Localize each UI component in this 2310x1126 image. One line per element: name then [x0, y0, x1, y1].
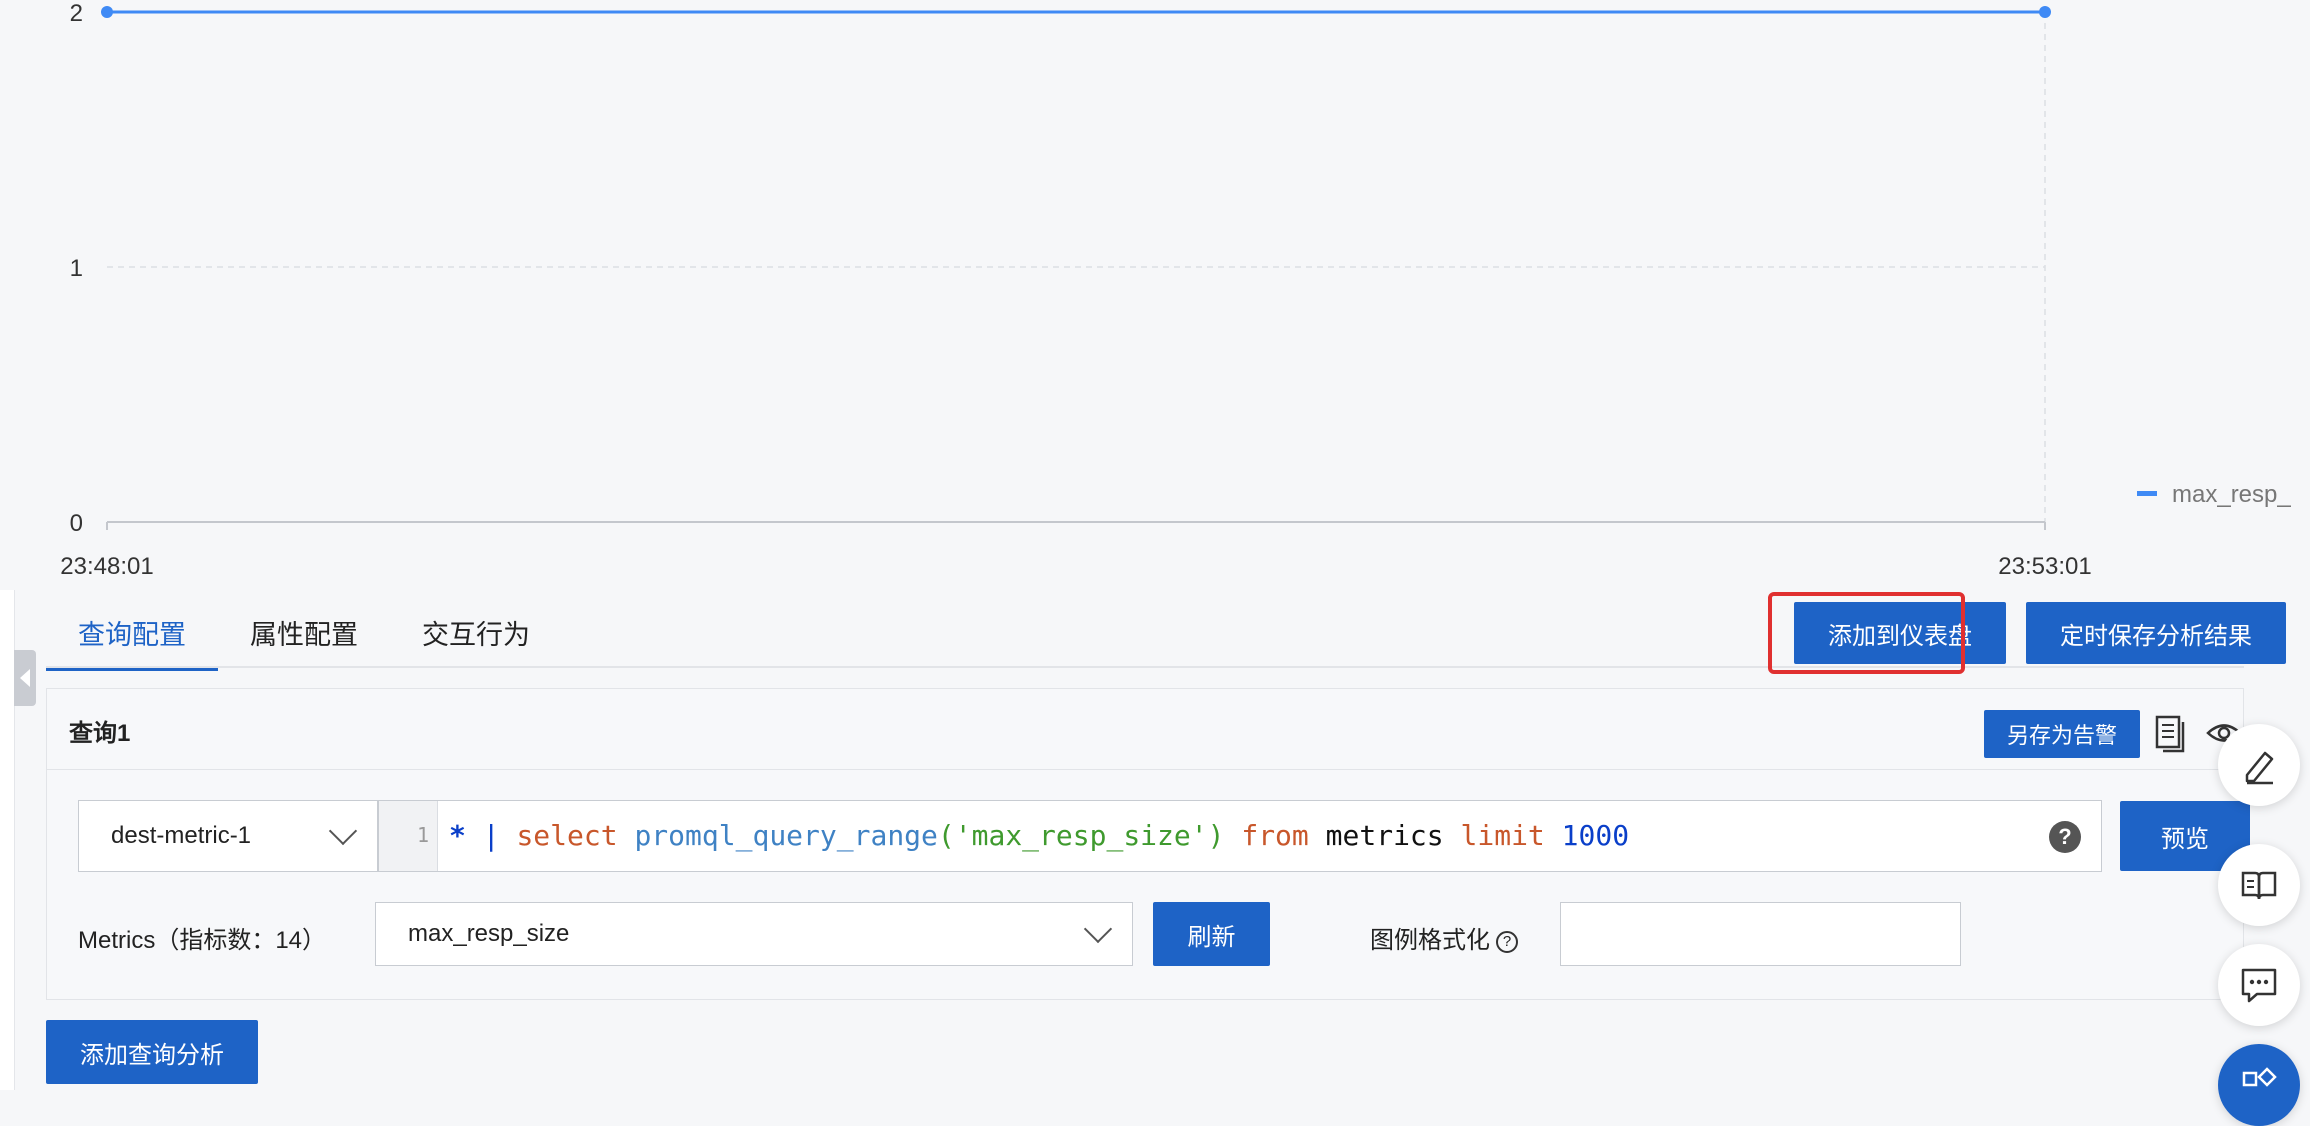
editor-gutter: 1 [379, 801, 438, 871]
chart-background [0, 0, 2310, 590]
code-token: | [465, 819, 517, 852]
help-icon[interactable]: ? [1496, 930, 1518, 953]
help-icon[interactable]: ? [2049, 821, 2081, 853]
query-panel-header: 查询1 [47, 689, 2243, 770]
query-title: 查询1 [69, 720, 131, 747]
y-tick-label: 0 [70, 510, 83, 537]
code-token: promql_query_range [634, 819, 938, 852]
legend-format-label: 图例格式化? [1370, 920, 1518, 955]
chat-float-button[interactable] [2218, 944, 2300, 1026]
x-tick-label: 23:53:01 [1998, 553, 2091, 580]
refresh-button[interactable]: 刷新 [1153, 902, 1270, 966]
metric-select[interactable]: max_resp_size [375, 902, 1133, 966]
config-tabs: 查询配置 属性配置 交互行为 [46, 598, 562, 671]
tab-query-config[interactable]: 查询配置 [46, 598, 218, 671]
tab-interaction[interactable]: 交互行为 [390, 598, 562, 668]
metric-select-value: max_resp_size [408, 920, 570, 947]
logstore-select[interactable]: dest-metric-1 [78, 800, 378, 872]
data-point [101, 6, 113, 18]
metrics-count-label: Metrics（指标数：14） [78, 927, 327, 954]
apps-float-button[interactable] [2218, 1044, 2300, 1126]
query-editor[interactable]: 1 * | select promql_query_range('max_res… [378, 800, 2102, 872]
y-tick-label: 1 [70, 255, 83, 282]
docs-float-button[interactable] [2218, 844, 2300, 926]
code-token: ( [937, 819, 955, 852]
book-icon [2241, 871, 2277, 900]
chat-icon [2241, 968, 2277, 1003]
line-number: 1 [416, 823, 429, 847]
chevron-down-icon [328, 816, 358, 846]
tab-property-config[interactable]: 属性配置 [218, 598, 390, 668]
code-token: 'max_resp_size' [954, 819, 1208, 852]
code-token: select [516, 819, 618, 852]
data-point [2039, 6, 2051, 18]
copy-icon[interactable] [2154, 714, 2186, 754]
code-token: * [449, 819, 466, 852]
collapse-arrow-icon [20, 669, 30, 687]
query-code[interactable]: * | select promql_query_range('max_resp_… [449, 819, 1629, 852]
edit-icon [2245, 751, 2274, 785]
apps-icon [2242, 1067, 2277, 1087]
chevron-down-icon [1083, 914, 1113, 944]
edit-float-button[interactable] [2218, 724, 2300, 806]
y-tick-label: 2 [70, 0, 83, 27]
code-token: from [1241, 819, 1309, 852]
legend-format-text: 图例格式化 [1370, 927, 1490, 954]
legend-swatch [2137, 491, 2157, 496]
code-token: metrics [1308, 819, 1461, 852]
legend-format-input[interactable] [1560, 902, 1961, 966]
add-query-analysis-button[interactable]: 添加查询分析 [46, 1020, 258, 1084]
line-chart: 0 1 2 23:48:01 23:53:01 max_resp_ [0, 0, 2310, 590]
code-token: ) [1207, 819, 1242, 852]
schedule-save-results-button[interactable]: 定时保存分析结果 [2026, 602, 2286, 664]
highlight-annotation [1768, 592, 1965, 674]
x-tick-label: 23:48:01 [60, 553, 153, 580]
code-token: 1000 [1561, 819, 1630, 852]
logstore-select-value: dest-metric-1 [111, 822, 252, 849]
sidebar-collapse-toggle[interactable] [14, 650, 36, 706]
save-as-alert-button[interactable]: 另存为告警 [1984, 710, 2140, 758]
legend-label: max_resp_ [2172, 481, 2291, 508]
code-token: limit [1460, 819, 1545, 852]
